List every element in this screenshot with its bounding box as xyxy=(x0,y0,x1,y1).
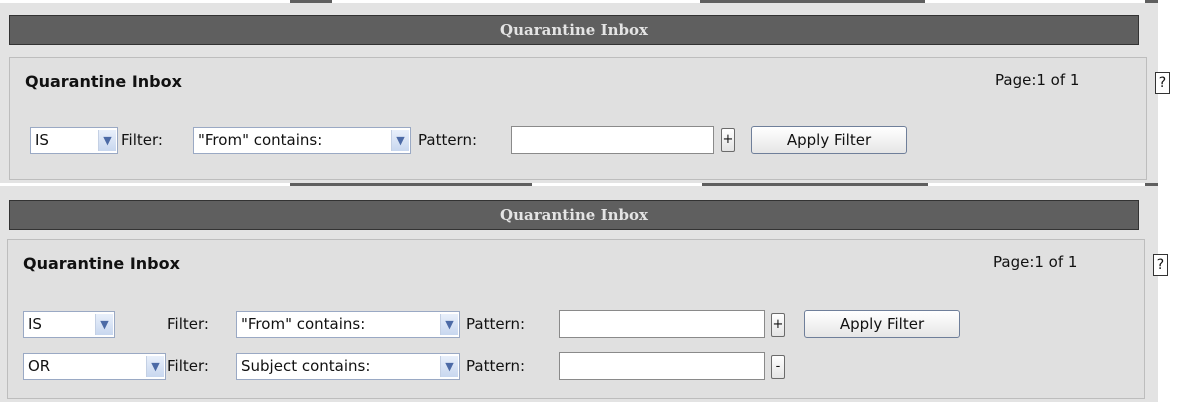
apply-filter-button[interactable]: Apply Filter xyxy=(804,310,960,338)
filter-value: Subject contains: xyxy=(241,357,371,375)
filter-select[interactable]: Subject contains: ▼ xyxy=(236,353,460,380)
top-strip xyxy=(0,183,1158,186)
filter-label: Filter: xyxy=(167,315,209,333)
filter-label: Filter: xyxy=(121,131,163,149)
top-strip xyxy=(0,0,1158,3)
pattern-label: Pattern: xyxy=(466,357,526,375)
filter-value: "From" contains: xyxy=(198,131,323,149)
apply-filter-button[interactable]: Apply Filter xyxy=(751,126,907,154)
quarantine-panel-2: Quarantine Inbox Quarantine Inbox Page:1… xyxy=(0,183,1168,402)
strip-segment xyxy=(702,183,928,186)
filter-select[interactable]: "From" contains: ▼ xyxy=(236,311,460,338)
logic-value: OR xyxy=(28,357,51,375)
add-filter-button[interactable]: + xyxy=(771,313,785,337)
pattern-input[interactable] xyxy=(511,126,714,154)
pattern-input[interactable] xyxy=(559,352,765,380)
help-icon[interactable]: ? xyxy=(1155,72,1170,94)
logic-value: IS xyxy=(35,131,49,149)
page-title: Quarantine Inbox xyxy=(25,72,182,91)
filter-select[interactable]: "From" contains: ▼ xyxy=(193,127,411,154)
chevron-down-icon[interactable]: ▼ xyxy=(440,356,458,377)
chevron-down-icon[interactable]: ▼ xyxy=(95,314,113,335)
panel-header-bar: Quarantine Inbox xyxy=(9,15,1139,45)
panel-header-bar: Quarantine Inbox xyxy=(9,200,1139,230)
filter-value: "From" contains: xyxy=(241,315,366,333)
chevron-down-icon[interactable]: ▼ xyxy=(146,356,164,377)
chevron-down-icon[interactable]: ▼ xyxy=(440,314,458,335)
strip-segment xyxy=(700,0,925,3)
quarantine-panel-1: Quarantine Inbox Quarantine Inbox Page:1… xyxy=(0,0,1170,183)
page-indicator: Page:1 of 1 xyxy=(993,253,1078,271)
logic-select[interactable]: IS ▼ xyxy=(23,311,115,338)
pattern-label: Pattern: xyxy=(466,315,526,333)
filter-area: Quarantine Inbox Page:1 of 1 ? IS ▼ Filt… xyxy=(9,57,1170,180)
strip-segment xyxy=(1145,183,1158,186)
chevron-down-icon[interactable]: ▼ xyxy=(98,130,116,151)
strip-segment xyxy=(290,183,532,186)
filter-label: Filter: xyxy=(167,357,209,375)
strip-segment xyxy=(1145,0,1158,3)
remove-filter-button[interactable]: - xyxy=(771,355,785,379)
page-title: Quarantine Inbox xyxy=(23,254,180,273)
pattern-label: Pattern: xyxy=(418,131,478,149)
filter-area: Quarantine Inbox Page:1 of 1 ? IS ▼ Filt… xyxy=(7,239,1168,399)
logic-select[interactable]: OR ▼ xyxy=(23,353,166,380)
logic-value: IS xyxy=(28,315,42,333)
pattern-input[interactable] xyxy=(559,310,765,338)
page-indicator: Page:1 of 1 xyxy=(995,71,1080,89)
strip-segment xyxy=(290,0,332,3)
help-icon[interactable]: ? xyxy=(1153,254,1168,276)
logic-select[interactable]: IS ▼ xyxy=(30,127,118,154)
add-filter-button[interactable]: + xyxy=(721,128,735,152)
chevron-down-icon[interactable]: ▼ xyxy=(391,130,409,151)
